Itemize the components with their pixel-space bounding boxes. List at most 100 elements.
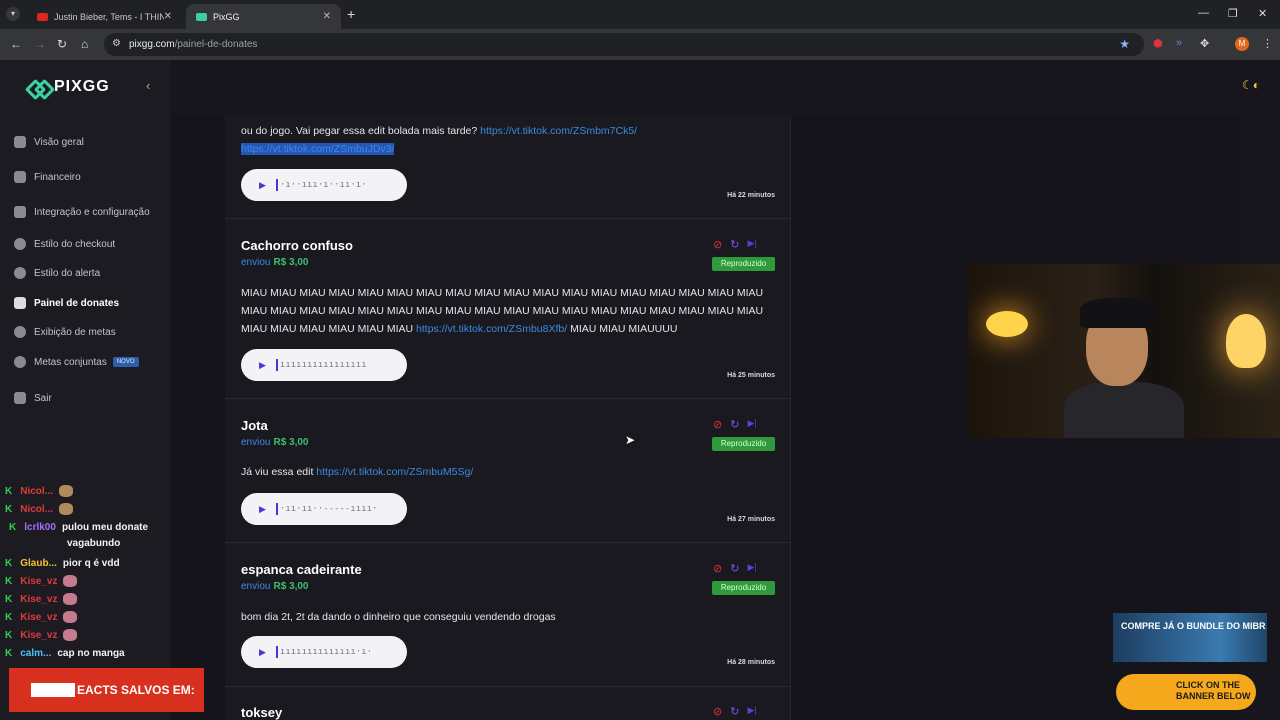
emote-icon	[63, 593, 78, 605]
tab-title: PixGG	[213, 11, 240, 22]
bookmark-star-icon[interactable]: ★	[1119, 37, 1130, 51]
kick-icon: K	[5, 593, 13, 605]
status-badge: Reproduzido	[712, 437, 775, 451]
reload-icon[interactable]: ↻	[57, 37, 67, 51]
close-tab-icon[interactable]: ✕	[164, 11, 172, 22]
progress-marker	[275, 179, 278, 191]
audio-player[interactable]: ▶ ·ıı·ıı··-----ıııı·	[241, 493, 407, 525]
skip-icon[interactable]: ▶|	[747, 705, 756, 718]
donation-link[interactable]: https://vt.tiktok.com/ZSmbuM5Sg/	[316, 466, 473, 478]
donation-actions: ⊘ ↻ ▶|	[713, 238, 757, 251]
sidebar-item-label: Integração e configuração	[34, 206, 150, 218]
donation-message-line: https://vt.tiktok.com/ZSmbuJDv3/	[241, 140, 771, 158]
sidebar-item-estilo-checkout[interactable]: Estilo do checkout	[14, 235, 115, 253]
sidebar-item-label: Estilo do alerta	[34, 267, 101, 279]
tab-pixgg[interactable]: PixGG ✕	[186, 4, 341, 29]
status-badge: Reproduzido	[712, 257, 775, 271]
tab-youtube[interactable]: Justin Bieber, Tems - I THINK YOU ✕	[27, 4, 182, 29]
chat-user: lcrlk00	[24, 521, 56, 533]
donor-name: Jota	[241, 418, 268, 433]
audio-player[interactable]: ▶ ıııııııııııııı·ı·	[241, 636, 407, 668]
chat-message: Klcrlk00 pulou meu donate	[9, 518, 148, 536]
replay-icon[interactable]: ↻	[730, 562, 739, 575]
pixgg-logo[interactable]: PIXGG	[28, 78, 110, 96]
close-window-icon[interactable]: ✕	[1258, 7, 1267, 20]
block-icon[interactable]: ⊘	[713, 562, 722, 575]
lamp	[1226, 314, 1266, 368]
chat-message: Kcalm... cap no manga	[5, 644, 125, 662]
audio-player[interactable]: ▶ ıııııııııııııııı	[241, 349, 407, 381]
sidebar-item-financeiro[interactable]: Financeiro	[14, 168, 81, 186]
forward-icon[interactable]: →	[34, 37, 46, 51]
block-icon[interactable]: ⊘	[713, 705, 722, 718]
emote-icon	[59, 503, 74, 515]
minimize-icon[interactable]: —	[1198, 7, 1209, 19]
replay-icon[interactable]: ↻	[730, 238, 739, 251]
extension-icon[interactable]: ⬢	[1153, 37, 1163, 50]
play-icon[interactable]: ▶	[259, 647, 266, 658]
sidebar-item-visao-geral[interactable]: Visão geral	[14, 133, 84, 151]
divider	[225, 542, 791, 543]
play-icon[interactable]: ▶	[259, 180, 266, 191]
extensions-puzzle-icon[interactable]: ✥	[1200, 37, 1209, 50]
restore-icon[interactable]: ❐	[1228, 7, 1238, 20]
sidebar-item-metas-conjuntas[interactable]: Metas conjuntas NOVO	[14, 353, 139, 371]
sidebar-item-label: Exibição de metas	[34, 326, 116, 338]
donation-amount-line: enviou R$ 3,00	[241, 437, 309, 448]
sidebar-item-sair[interactable]: Sair	[14, 389, 52, 407]
sidebar-item-estilo-alerta[interactable]: Estilo do alerta	[14, 264, 100, 282]
theme-toggle-icon[interactable]: ☾◐	[1242, 78, 1260, 92]
donation-amount-line: enviou R$ 3,00	[241, 581, 309, 592]
block-icon[interactable]: ⊘	[713, 238, 722, 251]
close-tab-icon[interactable]: ✕	[323, 11, 331, 22]
address-bar[interactable]: ⚙ pixgg.com/painel-de-donates ★	[104, 33, 1144, 56]
tab-search-button[interactable]: ▾	[6, 7, 20, 21]
back-icon[interactable]: ←	[10, 37, 22, 51]
play-icon[interactable]: ▶	[259, 504, 266, 515]
new-tab-icon[interactable]: +	[347, 6, 355, 22]
click-banner: CLICK ON THE BANNER BELOW	[1116, 674, 1256, 710]
collapse-sidebar-icon[interactable]: ‹	[146, 78, 150, 93]
progress-marker	[275, 646, 278, 658]
browser-menu-icon[interactable]: ⋮	[1262, 37, 1273, 50]
mibr-ad-banner: COMPRE JÁ O BUNDLE DO MIBR	[1113, 613, 1267, 662]
donations-panel	[225, 116, 791, 720]
sidebar-item-exibicao-metas[interactable]: Exibição de metas	[14, 323, 116, 341]
sidebar-item-label: Financeiro	[34, 171, 81, 183]
skip-icon[interactable]: ▶|	[747, 418, 756, 431]
home-icon[interactable]: ⌂	[81, 37, 88, 51]
skip-icon[interactable]: ▶|	[747, 562, 756, 575]
chat-message: K Nicol...	[5, 482, 74, 500]
kick-icon: K	[5, 647, 13, 659]
donation-link[interactable]: https://vt.tiktok.com/ZSmbuJDv3/	[241, 143, 395, 155]
sidebar-item-integracao[interactable]: Integração e configuração	[14, 203, 150, 221]
donation-message: bom dia 2t, 2t da dando o dinheiro que c…	[241, 611, 556, 623]
play-icon[interactable]: ▶	[259, 360, 266, 371]
divider	[225, 218, 791, 219]
sidebar-item-painel-donates[interactable]: Painel de donates	[14, 294, 119, 312]
streamer	[1064, 382, 1184, 438]
skip-icon[interactable]: ▶|	[747, 238, 756, 251]
replay-icon[interactable]: ↻	[730, 705, 739, 718]
donation-time: Há 22 minutos	[727, 192, 775, 199]
donor-name: toksey	[241, 705, 283, 720]
star-icon	[14, 326, 26, 338]
progress-marker	[275, 359, 278, 371]
profile-avatar[interactable]: M	[1235, 37, 1249, 51]
chat-message: K Kise_vz	[5, 626, 78, 644]
logo-text: PIXGG	[54, 78, 110, 95]
donation-link[interactable]: https://vt.tiktok.com/ZSmbu8Xfb/	[416, 323, 567, 335]
sidebar-item-label: Painel de donates	[34, 297, 120, 309]
block-icon[interactable]: ⊘	[713, 418, 722, 431]
extension-icon[interactable]: »	[1176, 37, 1182, 49]
audio-player[interactable]: ▶ ·ı··ııı·ı··ıı·ı·	[241, 169, 407, 201]
replay-icon[interactable]: ↻	[730, 418, 739, 431]
chat-message: K Glaub... pior q é vdd	[5, 554, 120, 572]
pixgg-favicon-icon	[196, 12, 207, 21]
divider	[225, 398, 791, 399]
donation-message: MIAU MIAU MIAU MIAU MIAU MIAU MIAU MIAU …	[241, 287, 764, 335]
banner-text: EACTS SALVOS EM:	[77, 683, 195, 697]
donation-link[interactable]: https://vt.tiktok.com/ZSmbm7Ck5/	[480, 125, 637, 137]
site-info-icon[interactable]: ⚙	[112, 38, 121, 49]
status-badge: Reproduzido	[712, 581, 775, 595]
